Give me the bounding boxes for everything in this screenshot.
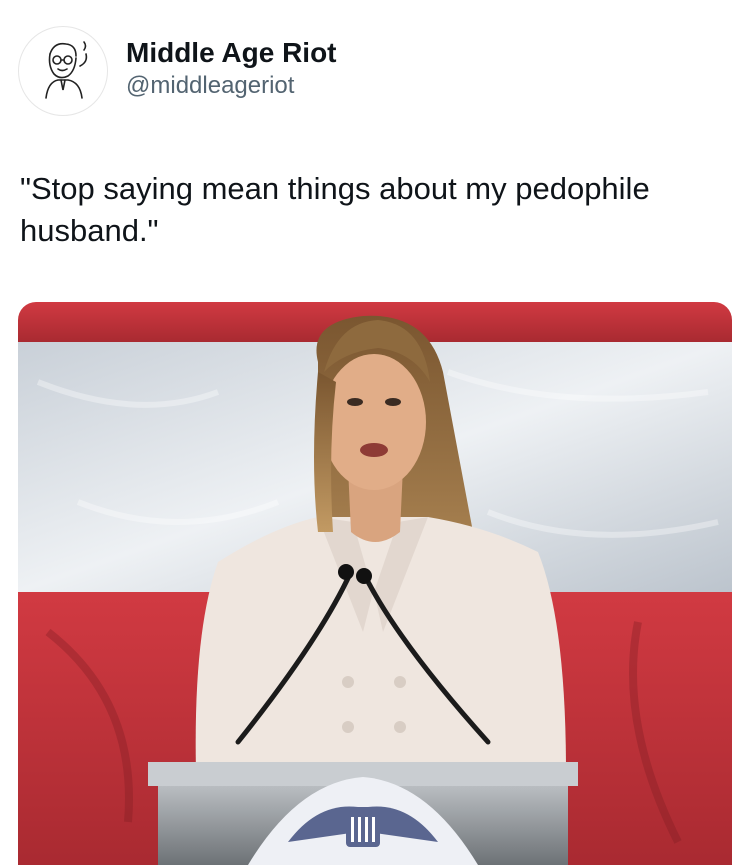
tweet-text: "Stop saying mean things about my pedoph…: [20, 171, 650, 248]
tweet-media-image[interactable]: [18, 302, 732, 865]
photo-speaker-at-podium-icon: [18, 302, 732, 865]
vintage-man-cartoon-avatar-icon: [45, 41, 88, 99]
tweet-header: Middle Age Riot @middleageriot: [18, 26, 337, 116]
author-handle[interactable]: @middleageriot: [126, 70, 337, 102]
tweet-card: Middle Age Riot @middleageriot "Stop say…: [0, 0, 750, 865]
author-display-name[interactable]: Middle Age Riot: [126, 36, 337, 70]
author-names: Middle Age Riot @middleageriot: [126, 36, 337, 102]
avatar[interactable]: [18, 26, 108, 116]
